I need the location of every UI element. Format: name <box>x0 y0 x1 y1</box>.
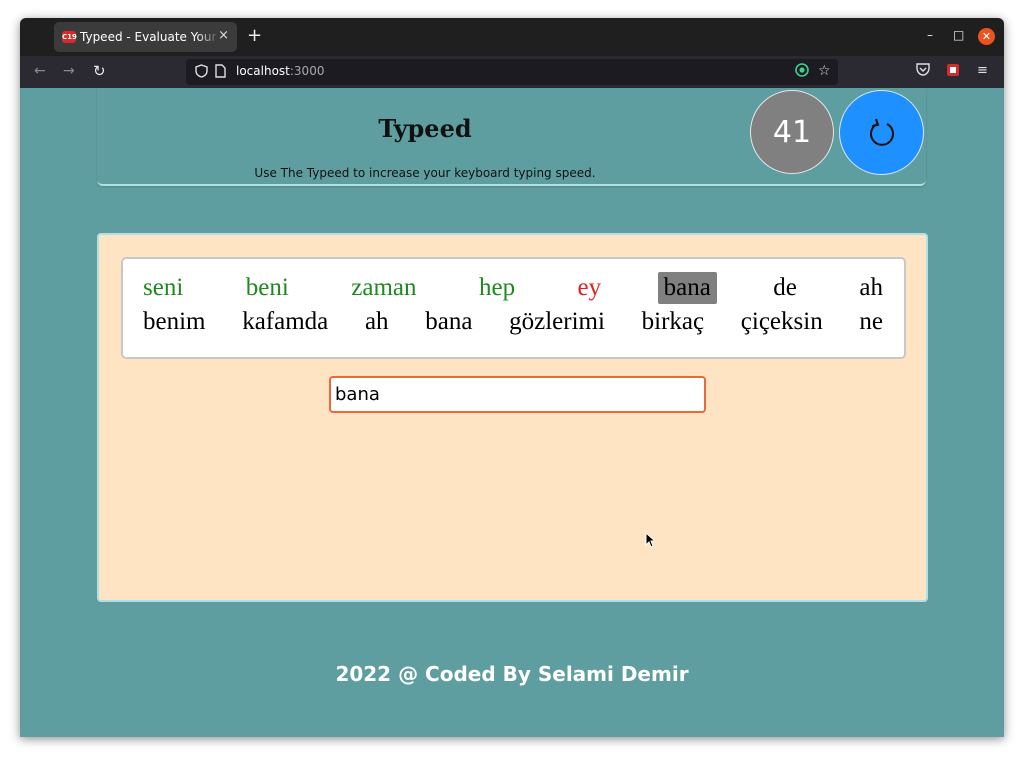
word: bana <box>425 308 473 335</box>
words-display: seni beni zaman hep ey bana de ah benim … <box>121 257 906 359</box>
footer-credit: 2022 @ Coded By Selami Demir <box>335 662 689 686</box>
page-icon <box>215 64 226 82</box>
countdown-timer: 41 <box>750 90 834 174</box>
bookmark-star-icon[interactable]: ☆ <box>818 63 831 79</box>
url-text[interactable]: localhost:3000 <box>236 64 324 78</box>
shield-icon[interactable] <box>195 64 208 82</box>
reload-icon[interactable]: ↻ <box>93 62 106 80</box>
window-close-icon[interactable]: ✕ <box>978 28 995 45</box>
pocket-icon[interactable] <box>916 63 930 80</box>
back-arrow-icon[interactable]: ← <box>34 63 46 79</box>
word: benim <box>143 308 206 335</box>
menu-icon[interactable]: ≡ <box>977 63 988 78</box>
favicon-icon: C19 <box>62 31 77 43</box>
addon-icon[interactable] <box>946 63 960 81</box>
forward-arrow-icon[interactable]: → <box>63 63 75 79</box>
word: hep <box>478 274 516 301</box>
word-row-2: benim kafamda ah bana gözlerimi birkaç ç… <box>137 305 889 339</box>
reset-button[interactable] <box>839 90 924 175</box>
maximize-icon[interactable]: □ <box>953 28 964 42</box>
page-content: Typeed Use The Typeed to increase your k… <box>20 88 1004 737</box>
word-row-1: seni beni zaman hep ey bana de ah <box>137 271 889 305</box>
word: ah <box>859 274 883 301</box>
tab-close-icon[interactable]: × <box>218 28 229 43</box>
word: birkaç <box>641 308 705 335</box>
header: Typeed Use The Typeed to increase your k… <box>97 88 926 186</box>
new-tab-button[interactable]: + <box>247 25 262 46</box>
word: ah <box>364 308 389 335</box>
browser-tab[interactable]: C19 Typeed - Evaluate Your Keyboard Typi… <box>54 22 237 52</box>
address-bar[interactable]: localhost:3000 ☆ <box>186 59 838 85</box>
extension-icon[interactable] <box>795 63 809 81</box>
refresh-icon <box>870 118 894 146</box>
word: zaman <box>351 274 417 301</box>
word: beni <box>245 274 289 301</box>
word: çiçeksin <box>740 308 823 335</box>
word: bana <box>657 272 717 304</box>
navigation-bar: ← → ↻ localhost:3000 ☆ ≡ <box>20 56 1004 88</box>
page-subtitle: Use The Typeed to increase your keyboard… <box>254 166 596 180</box>
tab-bar: C19 Typeed - Evaluate Your Keyboard Typi… <box>20 18 1004 56</box>
typing-input[interactable] <box>329 376 706 413</box>
word: kafamda <box>242 308 329 335</box>
word: ey <box>577 274 602 301</box>
tab-title: Typeed - Evaluate Your Keyboard Typing S… <box>80 30 220 46</box>
mouse-pointer-icon <box>645 532 655 548</box>
word: seni <box>143 274 184 301</box>
minimize-icon[interactable]: – <box>927 28 933 42</box>
word: gözlerimi <box>509 308 605 335</box>
word: ne <box>859 308 883 335</box>
page-title: Typeed <box>378 114 472 143</box>
word: de <box>773 274 797 301</box>
browser-window: C19 Typeed - Evaluate Your Keyboard Typi… <box>20 18 1004 737</box>
typing-card: seni beni zaman hep ey bana de ah benim … <box>97 233 928 602</box>
